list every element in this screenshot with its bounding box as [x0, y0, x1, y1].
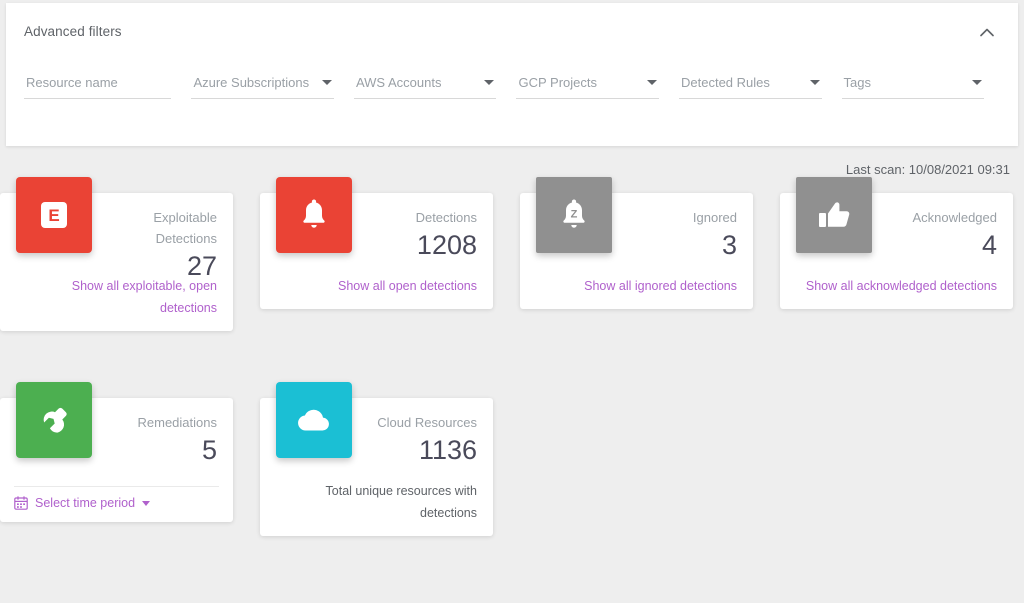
gcp-projects-select[interactable]: GCP Projects [516, 67, 659, 99]
card-value: 3 [619, 229, 737, 262]
chevron-down-icon [810, 80, 820, 85]
chevron-up-icon[interactable] [976, 21, 998, 43]
card-top: Detections 1208 [260, 193, 493, 275]
card-label: Cloud Resources [359, 412, 477, 433]
wrench-icon [16, 382, 92, 458]
chevron-down-icon [647, 80, 657, 85]
detected-rules-label: Detected Rules [681, 75, 770, 90]
card-value: 1136 [359, 434, 477, 467]
azure-subscriptions-select[interactable]: Azure Subscriptions [191, 67, 334, 99]
gcp-projects-label: GCP Projects [518, 75, 597, 90]
card-label: Exploitable Detections [99, 207, 217, 249]
card-footer: Show all open detections [260, 275, 493, 309]
cloud-icon [276, 382, 352, 458]
aws-accounts-label: AWS Accounts [356, 75, 442, 90]
summary-cards: E Exploitable Detections 27 Show all exp… [0, 193, 1024, 603]
cloud-resources-note: Total unique resources with detections [326, 484, 477, 520]
chevron-down-icon[interactable] [142, 501, 150, 506]
card-top: E Exploitable Detections 27 [0, 193, 233, 275]
card-cloud-resources[interactable]: Cloud Resources 1136 Total unique resour… [260, 398, 493, 536]
card-value: 27 [99, 250, 217, 283]
chevron-down-icon [322, 80, 332, 85]
chevron-down-icon [972, 80, 982, 85]
summary-cards-row: E Exploitable Detections 27 Show all exp… [0, 193, 1024, 398]
resource-name-input[interactable]: Resource name [24, 67, 171, 99]
card-label: Remediations [99, 412, 217, 433]
card-label: Ignored [619, 207, 737, 228]
card-remediations[interactable]: Remediations 5 [0, 398, 233, 522]
letter-e-icon: E [16, 177, 92, 253]
card-footer: Total unique resources with detections [260, 480, 493, 536]
svg-text:Z: Z [571, 209, 578, 221]
card-value: 4 [879, 229, 997, 262]
card-ignored[interactable]: Z Ignored 3 Show all ignored detections [520, 193, 753, 309]
card-label: Detections [359, 207, 477, 228]
card-metric: Detections 1208 [359, 207, 477, 262]
select-time-period-control[interactable]: Select time period [0, 487, 233, 522]
card-acknowledged[interactable]: Acknowledged 4 Show all acknowledged det… [780, 193, 1013, 309]
card-metric: Exploitable Detections 27 [99, 207, 217, 283]
card-footer: Show all exploitable, open detections [0, 275, 233, 331]
show-all-ignored-detections-link[interactable]: Show all ignored detections [584, 279, 737, 293]
calendar-icon [14, 496, 28, 510]
card-value: 5 [99, 434, 217, 467]
resource-name-label: Resource name [26, 75, 118, 90]
card-metric: Remediations 5 [99, 412, 217, 467]
card-top: Acknowledged 4 [780, 193, 1013, 275]
card-top: Cloud Resources 1136 [260, 398, 493, 480]
card-footer: Show all ignored detections [520, 275, 753, 309]
aws-accounts-select[interactable]: AWS Accounts [354, 67, 497, 99]
card-label: Acknowledged [879, 207, 997, 228]
tags-label: Tags [844, 75, 871, 90]
card-top: Z Ignored 3 [520, 193, 753, 275]
card-detections[interactable]: Detections 1208 Show all open detections [260, 193, 493, 309]
card-metric: Acknowledged 4 [879, 207, 997, 262]
show-all-acknowledged-detections-link[interactable]: Show all acknowledged detections [806, 279, 997, 293]
tags-select[interactable]: Tags [842, 67, 985, 99]
card-value: 1208 [359, 229, 477, 262]
letter-e-badge: E [41, 202, 67, 228]
azure-subscriptions-label: Azure Subscriptions [193, 75, 309, 90]
thumbs-up-icon [796, 177, 872, 253]
bell-snooze-icon: Z [536, 177, 612, 253]
bell-icon [276, 177, 352, 253]
card-metric: Ignored 3 [619, 207, 737, 262]
summary-cards-row: Remediations 5 [0, 398, 1024, 603]
select-time-period-label[interactable]: Select time period [35, 496, 135, 510]
card-exploitable-detections[interactable]: E Exploitable Detections 27 Show all exp… [0, 193, 233, 331]
card-metric: Cloud Resources 1136 [359, 412, 477, 467]
chevron-down-icon [484, 80, 494, 85]
detected-rules-select[interactable]: Detected Rules [679, 67, 822, 99]
show-all-open-detections-link[interactable]: Show all open detections [338, 279, 477, 293]
card-footer: Show all acknowledged detections [780, 275, 1013, 309]
last-scan-status: Last scan: 10/08/2021 09:31 [846, 162, 1010, 177]
advanced-filters-title: Advanced filters [24, 24, 122, 39]
card-top: Remediations 5 [0, 398, 233, 480]
show-all-exploitable-open-detections-link[interactable]: Show all exploitable, open detections [72, 279, 217, 315]
advanced-filters-panel: Advanced filters Resource name Azure Sub… [6, 3, 1018, 146]
advanced-filters-header[interactable]: Advanced filters [6, 3, 1018, 53]
advanced-filters-fields: Resource name Azure Subscriptions AWS Ac… [24, 67, 1004, 107]
